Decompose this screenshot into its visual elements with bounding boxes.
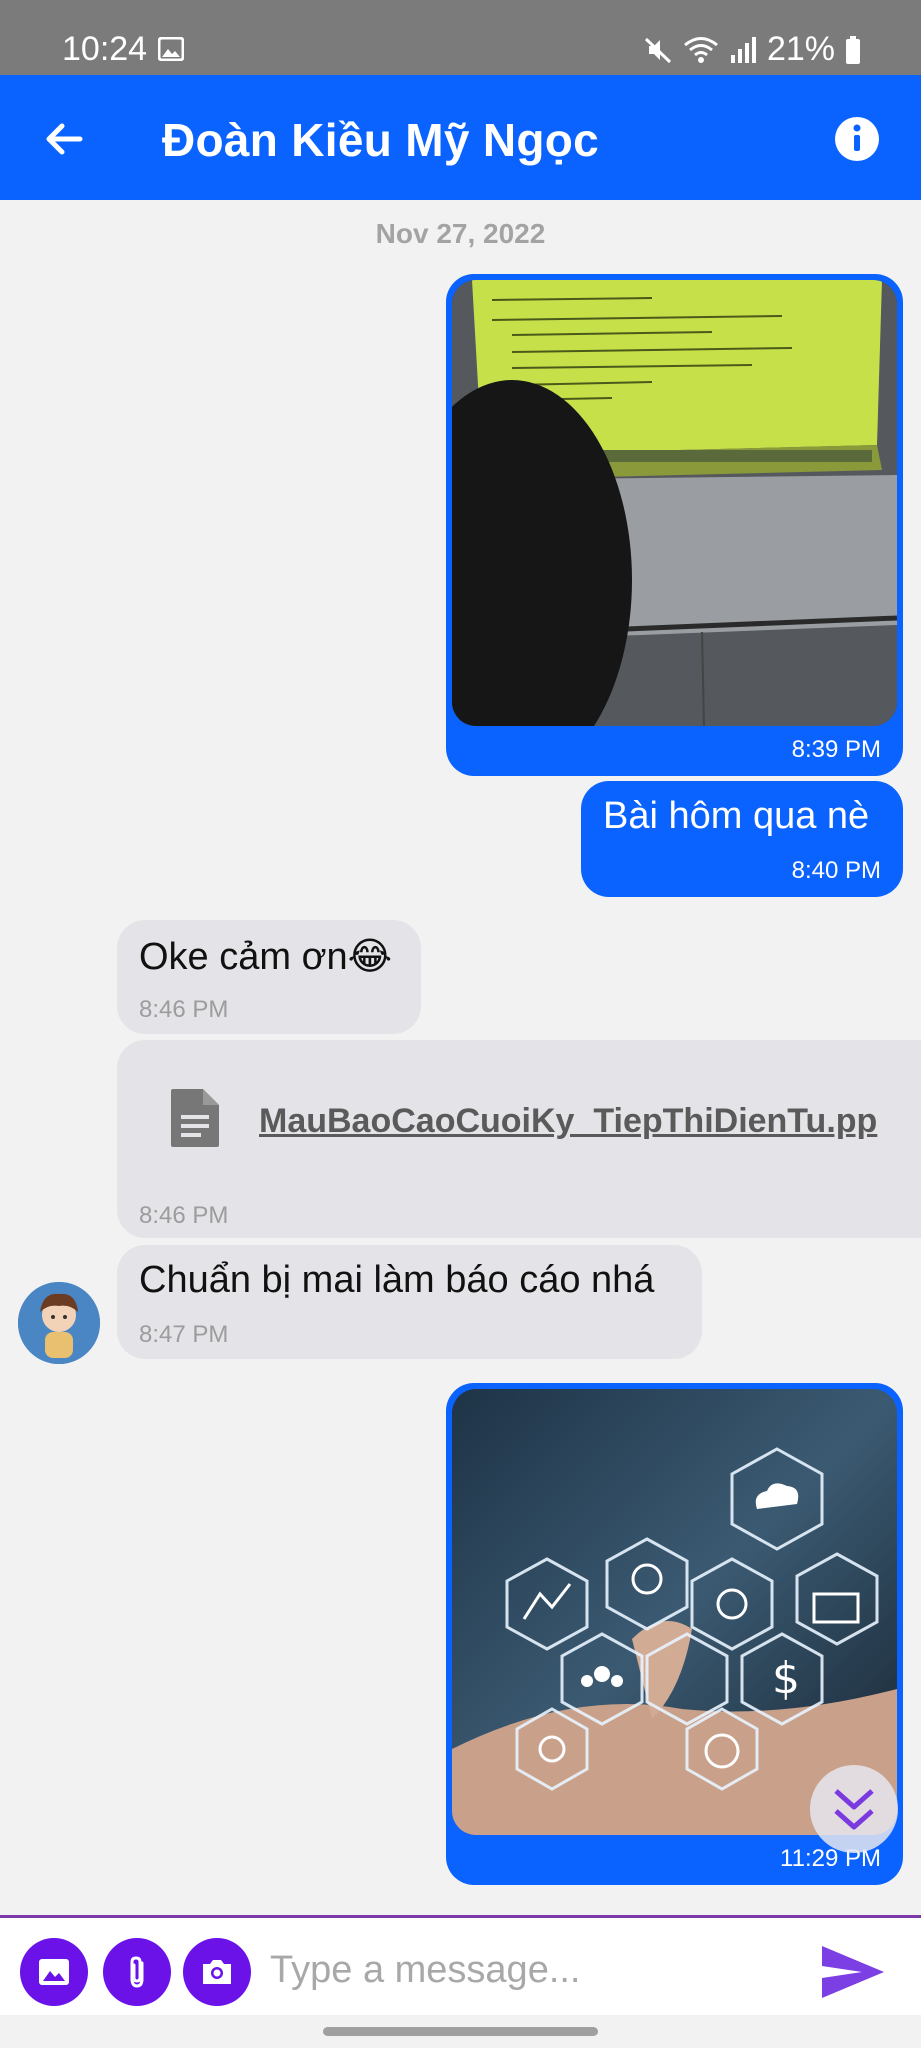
status-time: 10:24 [62, 30, 148, 68]
message-time: 8:46 PM [139, 996, 229, 1023]
svg-text:$: $ [772, 1653, 800, 1704]
send-icon[interactable] [818, 1942, 888, 2002]
double-chevron-down-icon [834, 1789, 874, 1830]
avatar-image [18, 1282, 100, 1364]
image-icon [39, 1959, 69, 1985]
camera-button[interactable] [183, 1938, 251, 2006]
wifi-icon [683, 36, 718, 63]
digital-icons-hand-photo: $ [452, 1389, 897, 1835]
incoming-text-message[interactable]: Oke cảm ơn😂 8:46 PM [117, 920, 421, 1034]
battery-percent: 21% [766, 30, 835, 68]
image-icon [158, 37, 184, 61]
message-time: 8:47 PM [139, 1321, 229, 1348]
shared-photo[interactable]: $ [452, 1389, 897, 1835]
back-arrow-icon[interactable] [40, 115, 88, 163]
message-text: Chuẩn bị mai làm báo cáo nhá [139, 1259, 655, 1301]
system-nav-bar [0, 2015, 921, 2048]
document-icon [171, 1089, 219, 1147]
status-bar: 10:24 21% [0, 0, 921, 75]
app-bar: Đoàn Kiều Mỹ Ngọc [0, 75, 921, 200]
contact-avatar[interactable] [18, 1282, 100, 1364]
date-separator: Nov 27, 2022 [375, 218, 546, 249]
message-input[interactable] [270, 1940, 790, 2000]
message-text: Bài hôm qua nè [603, 795, 870, 837]
scroll-to-bottom-button[interactable] [810, 1765, 898, 1853]
info-icon[interactable] [833, 115, 881, 163]
contact-name: Đoàn Kiều Mỹ Ngọc [162, 114, 600, 166]
outgoing-text-message[interactable]: Bài hôm qua nè 8:40 PM [581, 781, 903, 897]
shared-photo[interactable] [452, 280, 897, 726]
home-gesture-handle[interactable] [323, 2027, 598, 2036]
message-time: 8:46 PM [139, 1202, 229, 1229]
camera-icon [203, 1960, 231, 1984]
incoming-file-message[interactable]: MauBaoCaoCuoiKy_TiepThiDienTu.pp 8:46 PM [117, 1040, 921, 1238]
mute-icon [644, 37, 671, 63]
paperclip-icon [130, 1956, 144, 1988]
message-time: 8:40 PM [791, 857, 881, 884]
image-picker-button[interactable] [20, 1938, 88, 2006]
incoming-text-message[interactable]: Chuẩn bị mai làm báo cáo nhá 8:47 PM [117, 1245, 702, 1359]
battery-icon [846, 35, 860, 64]
signal-icon [730, 36, 756, 63]
message-time: 8:39 PM [791, 736, 881, 763]
message-composer [0, 1915, 921, 2015]
projector-code-photo [452, 280, 897, 726]
file-name-link[interactable]: MauBaoCaoCuoiKy_TiepThiDienTu.pp [259, 1102, 877, 1141]
attach-file-button[interactable] [103, 1938, 171, 2006]
outgoing-image-message[interactable]: 8:39 PM [446, 274, 903, 776]
message-text: Oke cảm ơn😂 [139, 936, 393, 978]
status-icons: 21% [643, 30, 861, 69]
